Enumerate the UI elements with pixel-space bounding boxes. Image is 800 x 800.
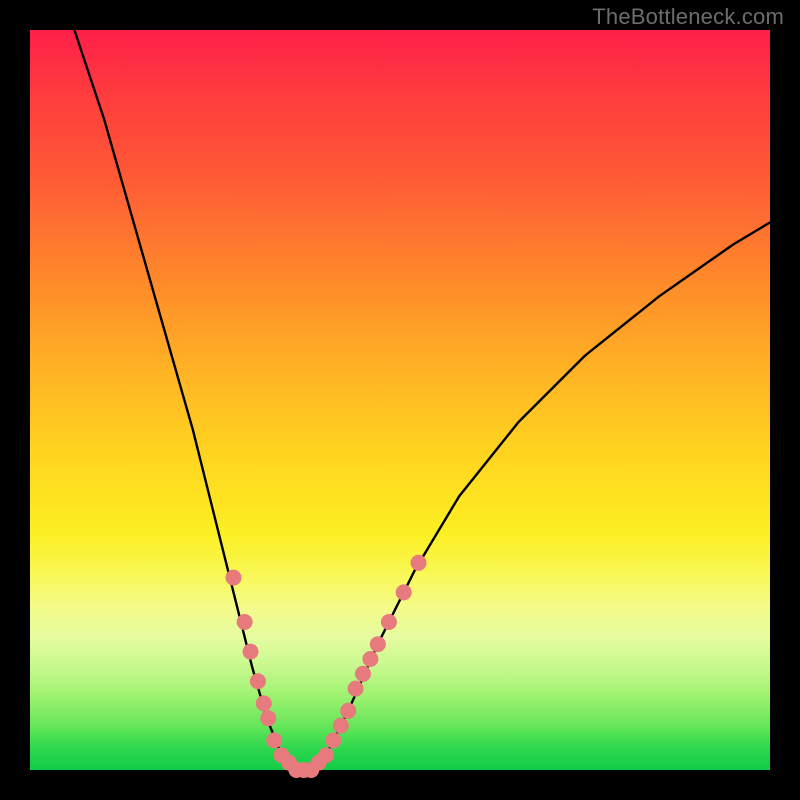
plot-area [30, 30, 770, 770]
marker-dot [348, 681, 364, 697]
marker-dot [370, 636, 386, 652]
marker-dot [355, 666, 371, 682]
marker-dot-layer [226, 555, 427, 778]
marker-dot [396, 584, 412, 600]
marker-dot [226, 570, 242, 586]
marker-dot [266, 732, 282, 748]
marker-dot [260, 710, 276, 726]
marker-dot [325, 732, 341, 748]
watermark-text: TheBottleneck.com [592, 4, 784, 30]
marker-dot [250, 673, 266, 689]
marker-dot [256, 695, 272, 711]
marker-dot [237, 614, 253, 630]
marker-dot [243, 644, 259, 660]
chart-stage: TheBottleneck.com [0, 0, 800, 800]
bottleneck-curve [74, 30, 770, 770]
marker-dot [411, 555, 427, 571]
marker-dot [362, 651, 378, 667]
chart-svg [30, 30, 770, 770]
marker-dot [340, 703, 356, 719]
marker-dot [381, 614, 397, 630]
marker-dot [318, 747, 334, 763]
marker-dot [333, 718, 349, 734]
